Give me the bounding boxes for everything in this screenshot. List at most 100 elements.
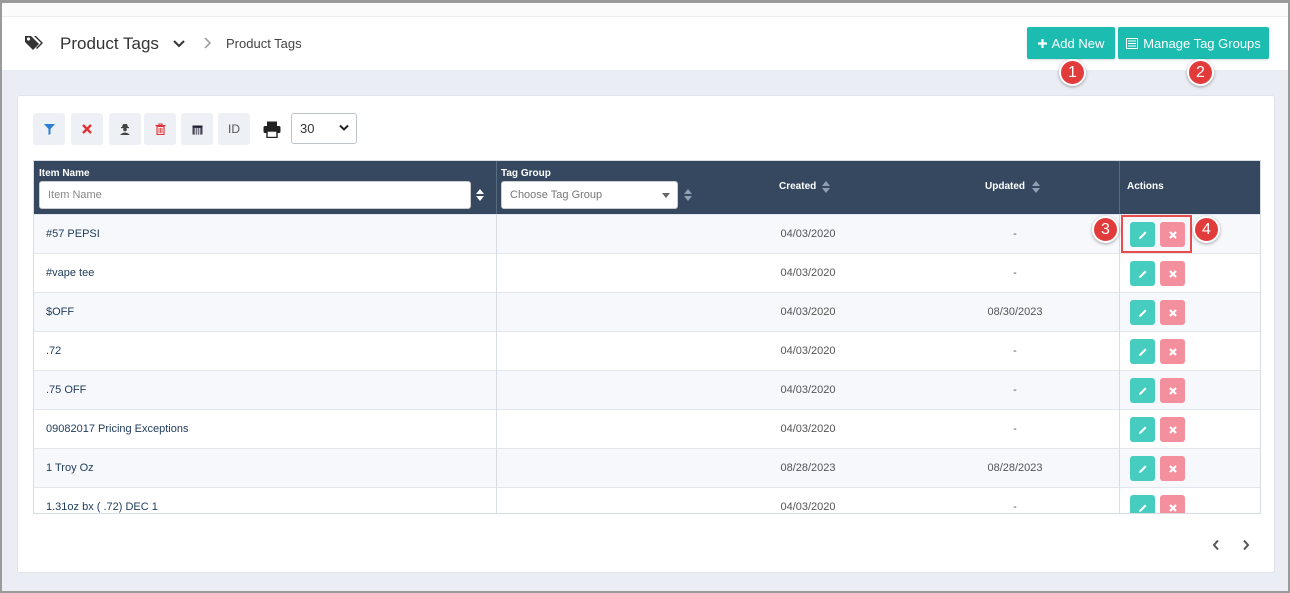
callout-badge-3: 3 bbox=[1092, 216, 1119, 243]
column-header-item-name[interactable]: Item Name bbox=[39, 168, 90, 179]
table-row: $OFF 04/03/2020 08/30/2023 bbox=[34, 292, 1260, 331]
page-title: Product Tags bbox=[60, 34, 159, 53]
created-cell: 04/03/2020 bbox=[780, 345, 836, 357]
item-name-cell[interactable]: $OFF bbox=[46, 306, 74, 318]
delete-button[interactable] bbox=[1160, 300, 1185, 325]
table-row: 09082017 Pricing Exceptions 04/03/2020 - bbox=[34, 409, 1260, 448]
column-header-updated[interactable]: Updated bbox=[985, 181, 1025, 192]
delete-button[interactable] bbox=[1160, 456, 1185, 481]
pencil-icon bbox=[1138, 465, 1146, 473]
id-toggle-button[interactable]: ID bbox=[218, 113, 250, 145]
delete-button[interactable] bbox=[1160, 261, 1185, 286]
column-divider bbox=[496, 161, 497, 214]
edit-button[interactable] bbox=[1130, 378, 1155, 403]
column-header-created[interactable]: Created bbox=[779, 181, 816, 192]
page-size-select[interactable]: 30 bbox=[291, 113, 357, 144]
item-name-cell[interactable]: 1 Troy Oz bbox=[46, 462, 94, 474]
sort-icon[interactable] bbox=[1032, 181, 1040, 193]
callout-badge-2: 2 bbox=[1187, 59, 1214, 86]
sort-icon[interactable] bbox=[684, 189, 692, 201]
sort-icon[interactable] bbox=[822, 181, 830, 193]
column-divider bbox=[1119, 161, 1120, 214]
calendar-icon bbox=[192, 125, 202, 134]
item-name-cell[interactable]: 1.31oz bx ( .72) DEC 1 bbox=[46, 501, 158, 513]
updated-cell: 08/30/2023 bbox=[987, 306, 1043, 318]
updated-cell: - bbox=[1013, 384, 1017, 396]
updated-cell: 08/28/2023 bbox=[987, 462, 1043, 474]
times-icon bbox=[1168, 347, 1177, 356]
edit-button[interactable] bbox=[1130, 456, 1155, 481]
created-cell: 04/03/2020 bbox=[780, 267, 836, 279]
item-name-filter-input[interactable]: Item Name bbox=[39, 181, 471, 209]
item-name-cell[interactable]: .75 OFF bbox=[46, 384, 86, 396]
window-top-strip bbox=[2, 3, 1288, 17]
manage-tag-groups-button[interactable]: Manage Tag Groups bbox=[1118, 27, 1269, 59]
edit-button[interactable] bbox=[1130, 495, 1155, 513]
delete-button[interactable] bbox=[1160, 339, 1185, 364]
chevron-right-icon bbox=[204, 37, 212, 49]
actions-highlight-box bbox=[1121, 215, 1192, 253]
item-name-cell[interactable]: 09082017 Pricing Exceptions bbox=[46, 423, 188, 435]
times-icon bbox=[1168, 386, 1177, 395]
date-filter-button[interactable] bbox=[181, 113, 213, 145]
column-header-tag-group[interactable]: Tag Group bbox=[501, 168, 551, 179]
item-name-cell[interactable]: #57 PEPSI bbox=[46, 228, 100, 240]
filter-icon bbox=[43, 123, 55, 135]
tags-icon bbox=[25, 36, 43, 50]
tag-group-filter-select[interactable]: Choose Tag Group bbox=[501, 181, 678, 209]
filter-button[interactable] bbox=[33, 113, 65, 145]
content-card: ID 30 Item Name Item Name Tag Group Choo… bbox=[17, 95, 1275, 573]
pencil-icon bbox=[1138, 387, 1146, 395]
trash-icon bbox=[155, 123, 165, 135]
table-row: #57 PEPSI 04/03/2020 - bbox=[34, 214, 1260, 253]
edit-button[interactable] bbox=[1130, 300, 1155, 325]
delete-button[interactable] bbox=[1160, 495, 1185, 513]
column-divider bbox=[496, 214, 497, 513]
pencil-icon bbox=[1138, 309, 1146, 317]
prev-page-icon[interactable] bbox=[1212, 539, 1220, 551]
add-new-button[interactable]: Add New bbox=[1027, 27, 1115, 59]
caret-down-icon bbox=[662, 193, 670, 198]
tags-table: Item Name Item Name Tag Group Choose Tag… bbox=[33, 160, 1261, 514]
column-divider bbox=[1119, 214, 1120, 513]
list-icon bbox=[1126, 37, 1139, 49]
chevron-down-icon[interactable] bbox=[172, 37, 186, 51]
created-cell: 04/03/2020 bbox=[780, 501, 836, 513]
user-filter-button[interactable] bbox=[109, 113, 141, 145]
chevron-down-icon bbox=[339, 124, 349, 131]
callout-badge-4: 4 bbox=[1193, 216, 1220, 243]
updated-cell: - bbox=[1013, 501, 1017, 513]
item-name-cell[interactable]: .72 bbox=[46, 345, 61, 357]
column-header-actions: Actions bbox=[1127, 181, 1164, 192]
page-header: Product Tags Product Tags Add New Manage… bbox=[2, 17, 1288, 70]
pencil-icon bbox=[1138, 270, 1146, 278]
times-icon bbox=[1168, 503, 1177, 512]
edit-button[interactable] bbox=[1130, 339, 1155, 364]
edit-button[interactable] bbox=[1130, 417, 1155, 442]
clear-filters-button[interactable] bbox=[71, 113, 103, 145]
delete-button[interactable] bbox=[1160, 378, 1185, 403]
sort-icon[interactable] bbox=[476, 189, 484, 201]
page-size-value: 30 bbox=[300, 121, 315, 136]
updated-cell: - bbox=[1013, 423, 1017, 435]
table-row: #vape tee 04/03/2020 - bbox=[34, 253, 1260, 292]
manage-tag-groups-label: Manage Tag Groups bbox=[1143, 35, 1261, 51]
next-page-icon[interactable] bbox=[1242, 539, 1250, 551]
updated-cell: - bbox=[1013, 267, 1017, 279]
times-icon bbox=[1168, 269, 1177, 278]
tag-group-placeholder: Choose Tag Group bbox=[510, 189, 603, 201]
print-icon[interactable] bbox=[263, 121, 281, 138]
updated-cell: - bbox=[1013, 345, 1017, 357]
edit-button[interactable] bbox=[1130, 261, 1155, 286]
created-cell: 04/03/2020 bbox=[780, 228, 836, 240]
delete-button[interactable] bbox=[1160, 417, 1185, 442]
item-name-cell[interactable]: #vape tee bbox=[46, 267, 94, 279]
delete-selected-button[interactable] bbox=[144, 113, 176, 145]
created-cell: 04/03/2020 bbox=[780, 423, 836, 435]
plus-icon bbox=[1037, 38, 1047, 48]
times-icon bbox=[1168, 425, 1177, 434]
table-row: 1 Troy Oz 08/28/2023 08/28/2023 bbox=[34, 448, 1260, 487]
pencil-icon bbox=[1138, 426, 1146, 434]
table-row: .72 04/03/2020 - bbox=[34, 331, 1260, 370]
breadcrumb: Product Tags bbox=[226, 36, 302, 51]
